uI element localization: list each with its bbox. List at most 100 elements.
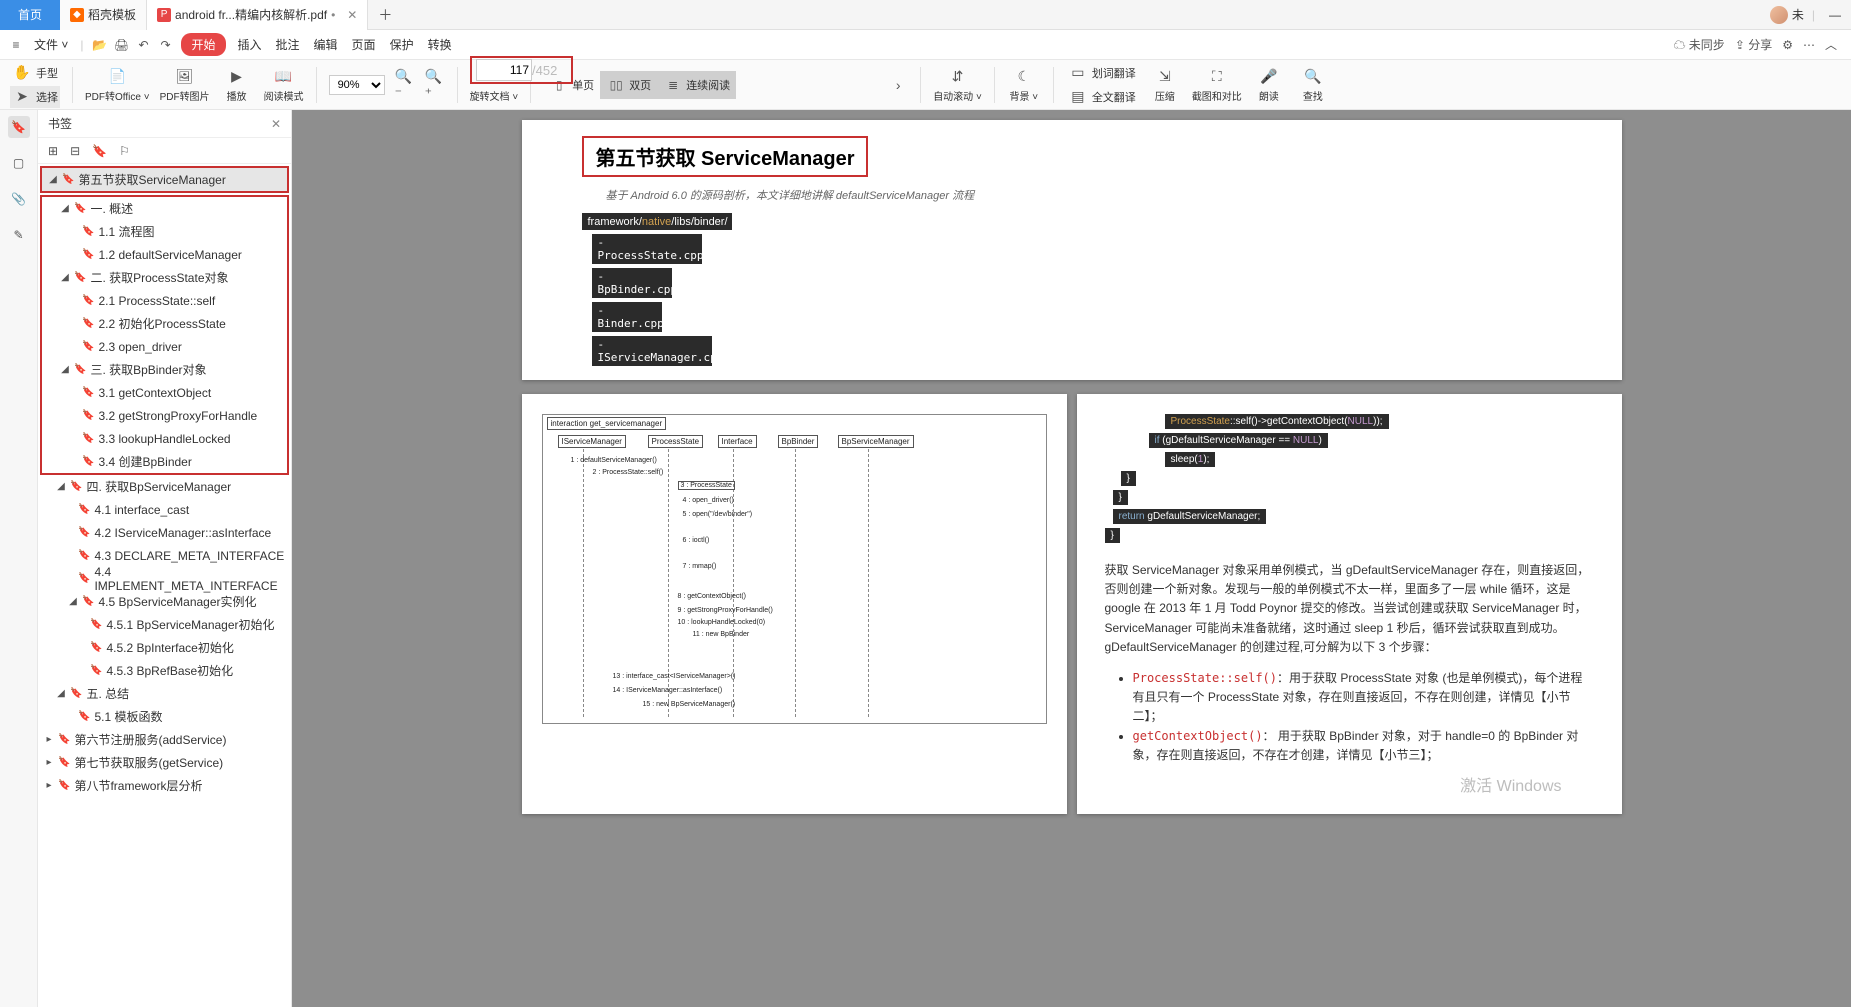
close-pane-icon[interactable]: ✕ <box>271 117 281 131</box>
tts-icon: 🎤 <box>1259 67 1279 87</box>
tree-node-section6[interactable]: ▸🔖第六节注册服务(addService) <box>38 728 291 751</box>
page-117: 第五节获取 ServiceManager 基于 Android 6.0 的源码剖… <box>522 120 1622 380</box>
document-viewport[interactable]: 第五节获取 ServiceManager 基于 Android 6.0 的源码剖… <box>292 110 1851 1007</box>
menu-insert[interactable]: 插入 <box>232 32 268 57</box>
save-icon[interactable]: 🖨 <box>111 35 131 55</box>
bm-flag-icon[interactable]: ⚐ <box>119 144 130 158</box>
close-icon[interactable]: ✕ <box>347 8 357 22</box>
tree-node-1[interactable]: ◢🔖一. 概述 <box>42 197 287 220</box>
share-button[interactable]: ⇪ 分享 <box>1735 36 1772 53</box>
read-mode[interactable]: 📖阅读模式 <box>264 67 304 103</box>
attach-rail-icon[interactable]: 📎 <box>8 188 30 210</box>
new-tab-button[interactable]: ＋ <box>368 5 402 25</box>
page-heading: 第五节获取 ServiceManager <box>596 148 855 170</box>
select-tool[interactable]: ➤选择 <box>10 86 60 108</box>
autoscroll-button[interactable]: ⇵自动滚动 ˅ <box>933 67 982 103</box>
view-continuous[interactable]: ≣连续阅读 <box>657 71 736 99</box>
tree-node-section5[interactable]: ◢🔖第五节获取ServiceManager <box>42 168 287 191</box>
view-double[interactable]: ▯▯双页 <box>600 71 657 99</box>
thumbnail-rail-icon[interactable]: ▢ <box>8 152 30 174</box>
page-number-input[interactable] <box>476 59 532 81</box>
tree-node-4-5-1[interactable]: 🔖4.5.1 BpServiceManager初始化 <box>38 613 291 636</box>
menu-start[interactable]: 开始 <box>181 33 225 56</box>
tree-node-3-4[interactable]: 🔖3.4 创建BpBinder <box>42 450 287 473</box>
menu-protect[interactable]: 保护 <box>384 32 420 57</box>
page-next-icon[interactable]: › <box>888 75 908 95</box>
tree-node-4-4[interactable]: 🔖4.4 IMPLEMENT_META_INTERFACE <box>38 567 291 590</box>
settings-icon[interactable]: ⚙ <box>1782 38 1793 52</box>
avatar[interactable] <box>1770 6 1788 24</box>
full-translate[interactable]: ▤全文翻译 <box>1066 86 1138 108</box>
sel-translate[interactable]: ▭划词翻译 <box>1066 62 1138 84</box>
bm-expand-icon[interactable]: ⊞ <box>48 144 58 158</box>
menu-edit[interactable]: 编辑 <box>308 32 344 57</box>
right-code-block: ProcessState::self()->getContextObject(N… <box>1105 414 1594 547</box>
zoom-in-icon[interactable]: 🔍⁺ <box>425 75 445 95</box>
list-item: getContextObject()： 用于获取 BpBinder 对象，对于 … <box>1133 727 1594 765</box>
tree-node-section7[interactable]: ▸🔖第七节获取服务(getService) <box>38 751 291 774</box>
user-short[interactable]: 未 <box>1792 6 1804 23</box>
tree-node-3[interactable]: ◢🔖三. 获取BpBinder对象 <box>42 358 287 381</box>
tree-node-4[interactable]: ◢🔖四. 获取BpServiceManager <box>38 475 291 498</box>
crop-compare-button[interactable]: ⛶截图和对比 <box>1192 67 1242 103</box>
menu-file[interactable]: 文件 ˅ <box>28 32 74 57</box>
watermark: 激活 Windows <box>1460 772 1561 796</box>
play-button[interactable]: ▶播放 <box>220 67 254 103</box>
tree-node-2-3[interactable]: 🔖2.3 open_driver <box>42 335 287 358</box>
sel-trans-icon: ▭ <box>1068 63 1088 83</box>
pdf-icon: P <box>157 8 171 22</box>
hand-tool[interactable]: ✋手型 <box>10 62 60 84</box>
bm-add-icon[interactable]: 🔖 <box>92 144 107 158</box>
tree-node-4-1[interactable]: 🔖4.1 interface_cast <box>38 498 291 521</box>
tree-node-3-2[interactable]: 🔖3.2 getStrongProxyForHandle <box>42 404 287 427</box>
undo-icon[interactable]: ↶ <box>133 35 153 55</box>
menu-page[interactable]: 页面 <box>346 32 382 57</box>
tree-node-4-5-2[interactable]: 🔖4.5.2 BpInterface初始化 <box>38 636 291 659</box>
chevron-up-icon[interactable]: ︿ <box>1825 36 1837 53</box>
more-icon[interactable]: ⋯ <box>1803 38 1815 52</box>
tree-node-5-1[interactable]: 🔖5.1 模板函数 <box>38 705 291 728</box>
page-number-highlight: /452 <box>470 56 573 84</box>
open-icon[interactable]: 📂 <box>89 35 109 55</box>
tree-node-4-5-3[interactable]: 🔖4.5.3 BpRefBase初始化 <box>38 659 291 682</box>
tree-node-2-1[interactable]: 🔖2.1 ProcessState::self <box>42 289 287 312</box>
bookmark-toolbar: ⊞ ⊟ 🔖 ⚐ <box>38 138 291 164</box>
background-button[interactable]: ☾背景 ˅ <box>1007 67 1041 103</box>
menu-icon[interactable]: ≡ <box>6 35 26 55</box>
tree-node-2-2[interactable]: 🔖2.2 初始化ProcessState <box>42 312 287 335</box>
compress-icon: ⇲ <box>1155 67 1175 87</box>
compress-button[interactable]: ⇲压缩 <box>1148 67 1182 103</box>
menu-convert[interactable]: 转换 <box>422 32 458 57</box>
zoom-select[interactable]: 90% <box>329 75 385 95</box>
unsync-button[interactable]: ☁ 未同步 <box>1673 36 1724 53</box>
crop-icon: ⛶ <box>1207 67 1227 87</box>
pdf-to-image[interactable]: 🖼PDF转图片 <box>160 67 210 103</box>
bookmark-rail-icon[interactable]: 🔖 <box>8 116 30 138</box>
tree-node-1-2[interactable]: 🔖1.2 defaultServiceManager <box>42 243 287 266</box>
tab-home[interactable]: 首页 <box>0 0 60 30</box>
find-button[interactable]: 🔍查找 <box>1296 67 1330 103</box>
tab-pdf[interactable]: P android fr...精编内核解析.pdf • ✕ <box>147 0 368 30</box>
tree-node-4-2[interactable]: 🔖4.2 IServiceManager::asInterface <box>38 521 291 544</box>
window-minimize-icon[interactable]: — <box>1823 8 1847 22</box>
pdf-to-office[interactable]: 📄PDF转Office ˅ <box>85 67 150 103</box>
tree-node-5[interactable]: ◢🔖五. 总结 <box>38 682 291 705</box>
tts-button[interactable]: 🎤朗读 <box>1252 67 1286 103</box>
bookmark-pane: 书签 ✕ ⊞ ⊟ 🔖 ⚐ ◢🔖第五节获取ServiceManager ◢🔖一. … <box>38 110 292 1007</box>
continuous-icon: ≣ <box>663 75 683 95</box>
redo-icon[interactable]: ↷ <box>155 35 175 55</box>
tree-node-3-1[interactable]: 🔖3.1 getContextObject <box>42 381 287 404</box>
tree-node-4-5[interactable]: ◢🔖4.5 BpServiceManager实例化 <box>38 590 291 613</box>
tab-template[interactable]: ◆ 稻壳模板 <box>60 0 147 30</box>
pages-118-119: interaction get_servicemanager IServiceM… <box>302 394 1841 814</box>
sign-rail-icon[interactable]: ✎ <box>8 224 30 246</box>
page-subtitle: 基于 Android 6.0 的源码剖析，本文详细地讲解 defaultServ… <box>606 187 1562 203</box>
zoom-out-icon[interactable]: 🔍⁻ <box>395 75 415 95</box>
tree-node-section8[interactable]: ▸🔖第八节framework层分析 <box>38 774 291 797</box>
tree-node-2[interactable]: ◢🔖二. 获取ProcessState对象 <box>42 266 287 289</box>
tree-node-1-1[interactable]: 🔖1.1 流程图 <box>42 220 287 243</box>
cursor-icon: ➤ <box>12 87 32 107</box>
menu-annotate[interactable]: 批注 <box>270 32 306 57</box>
bm-collapse-icon[interactable]: ⊟ <box>70 144 80 158</box>
tree-node-3-3[interactable]: 🔖3.3 lookupHandleLocked <box>42 427 287 450</box>
